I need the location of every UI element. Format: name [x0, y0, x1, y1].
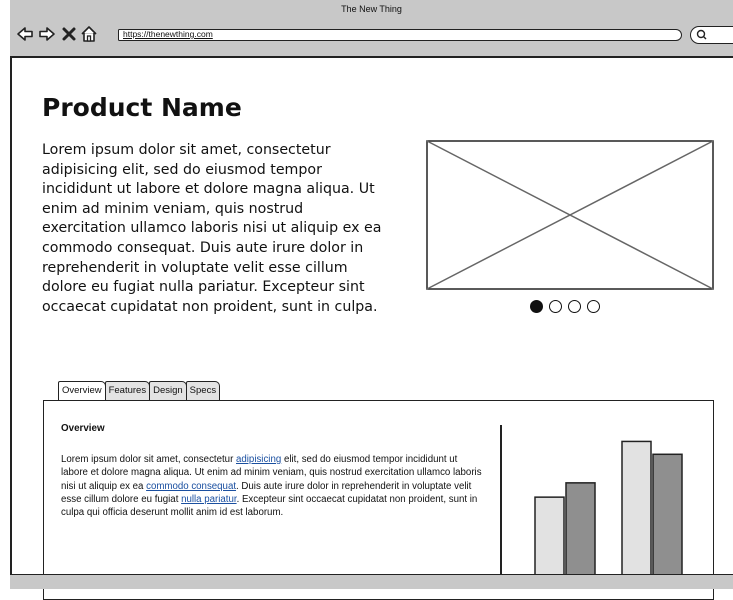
chart-bar	[652, 453, 683, 580]
address-bar[interactable]: https://thenewthing.com	[118, 29, 682, 41]
status-bar	[10, 574, 733, 589]
tab-features[interactable]: Features	[104, 381, 151, 400]
search-icon	[696, 29, 707, 40]
overview-text: Lorem ipsum dolor sit amet, consectetur	[61, 454, 236, 465]
search-field[interactable]	[690, 26, 733, 44]
carousel-dot[interactable]	[587, 300, 600, 313]
tab-design[interactable]: Design	[149, 381, 187, 400]
home-icon[interactable]	[80, 25, 98, 43]
product-image-placeholder	[426, 140, 714, 290]
arrow-left-icon[interactable]	[16, 25, 34, 43]
carousel-indicator	[530, 300, 600, 314]
overview-heading: Overview	[61, 423, 105, 434]
window-title: The New Thing	[341, 4, 402, 14]
link-adipisicing[interactable]: adipisicing	[236, 454, 281, 465]
address-url: https://thenewthing.com	[123, 29, 213, 39]
overview-bar-chart	[534, 440, 683, 580]
overview-body: Lorem ipsum dolor sit amet, consectetur …	[61, 453, 483, 519]
close-icon[interactable]	[60, 25, 78, 43]
link-nulla-pariatur[interactable]: nulla pariatur	[181, 494, 236, 505]
product-title: Product Name	[42, 93, 242, 122]
chart-bar	[534, 496, 565, 580]
tab-strip: Overview Features Design Specs	[58, 381, 221, 401]
tab-specs[interactable]: Specs	[185, 381, 221, 400]
link-commodo-consequat[interactable]: commodo consequat	[146, 481, 236, 492]
carousel-dot[interactable]	[568, 300, 581, 313]
arrow-right-icon[interactable]	[38, 25, 56, 43]
tab-overview[interactable]: Overview	[58, 381, 106, 400]
chart-bar	[621, 440, 652, 580]
product-description: Lorem ipsum dolor sit amet, consectetur …	[42, 142, 382, 315]
carousel-dot[interactable]	[549, 300, 562, 313]
carousel-dot[interactable]	[530, 300, 543, 313]
chart-bar	[565, 482, 596, 580]
